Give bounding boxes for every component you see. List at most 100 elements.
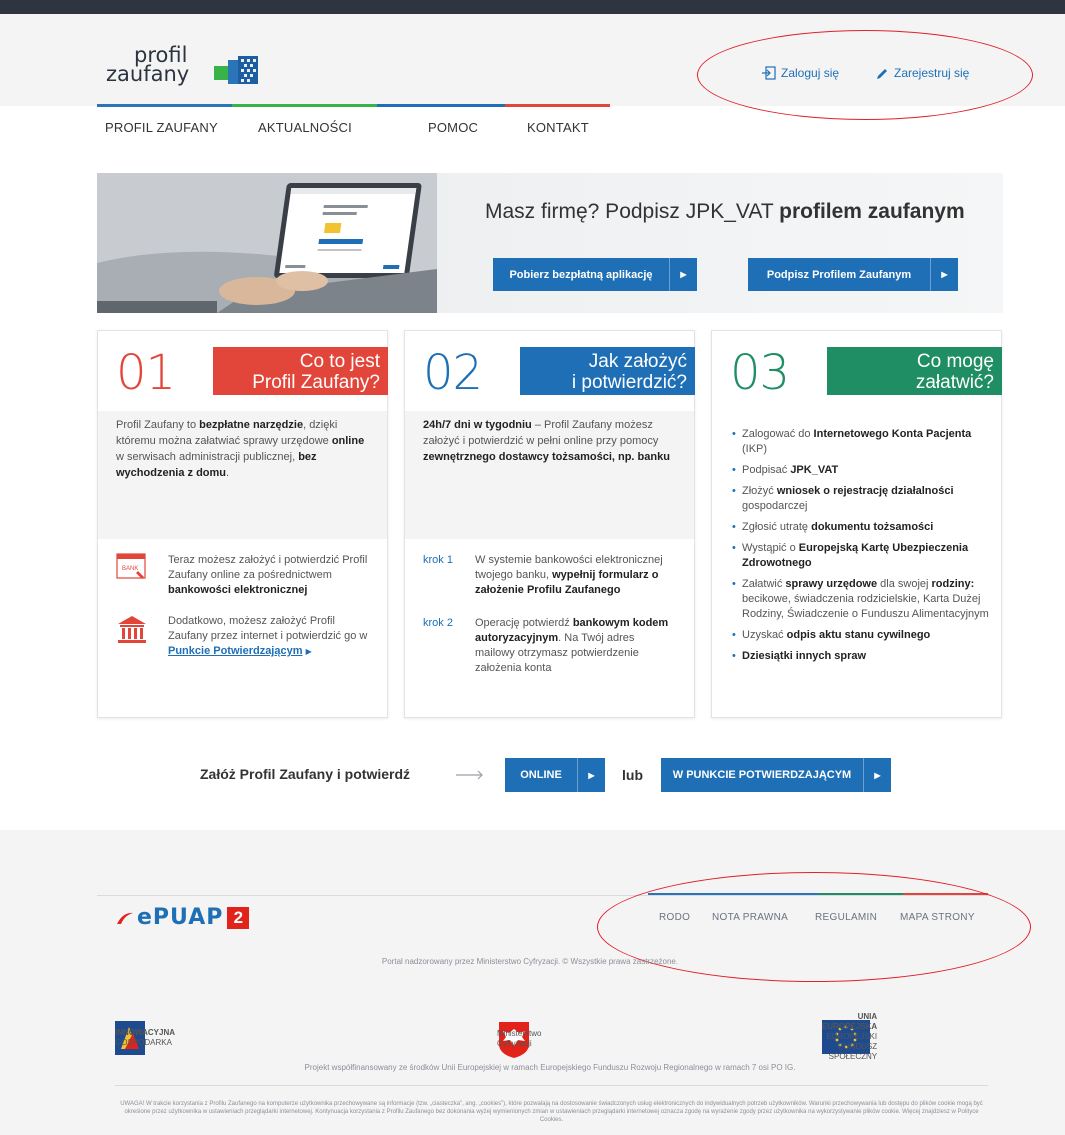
arrow-right-icon: ▶ (863, 758, 891, 792)
card-tag-line-2: Profil Zaufany? (252, 372, 380, 393)
list-item: Załatwić sprawy urzędowe dla swojej rodz… (732, 577, 989, 622)
text-bold: JPK_VAT (790, 464, 839, 476)
header: profil zaufany Zaloguj się Zarejestruj s… (0, 14, 1065, 106)
card-what-is: 01 Co to jest Profil Zaufany? Profil Zau… (97, 330, 388, 718)
ministerstwo-cyfryzacji-logo: Ministerstwo Cyfryzacji (497, 1020, 541, 1058)
punkt-button[interactable]: W PUNKCIE POTWIERDZAJĄCYM ▶ (661, 758, 891, 792)
footer-link-regulamin[interactable]: REGULAMIN (815, 912, 877, 923)
sign-profile-button[interactable]: Podpisz Profilem Zaufanym ▶ (748, 258, 958, 291)
footer (0, 830, 1065, 1135)
register-link[interactable]: Zarejestruj się (876, 66, 969, 80)
bank-row-text: Teraz możesz założyć i potwierdzić Profi… (168, 553, 369, 598)
sign-profile-label: Podpisz Profilem Zaufanym (766, 268, 912, 281)
card-intro: 24h/7 dni w tygodniu – Profil Zaufany mo… (405, 411, 694, 539)
portal-supervision-text: Portal nadzorowany przez Ministerstwo Cy… (381, 957, 679, 966)
nav-rule-1 (97, 104, 232, 107)
text-bold: online (331, 435, 365, 447)
card-number: 03 (730, 345, 790, 401)
list-item: Złożyć wniosek o rejestrację działalnośc… (732, 484, 989, 514)
text: Operację potwierdź (475, 617, 573, 629)
hero-title-plain: Masz firmę? Podpisz JPK_VAT (485, 200, 774, 223)
hero-title-bold: profilem zaufanym (779, 200, 965, 223)
nav-item-aktualnosci[interactable]: AKTUALNOŚCI (258, 120, 352, 135)
list-item: Wystąpić o Europejską Kartę Ubezpieczeni… (732, 541, 989, 571)
nav-rule-2 (232, 104, 377, 107)
text-bold: wniosek o rejestrację działalności (776, 485, 954, 497)
partner1-line-2: GOSPODARKA (115, 1038, 172, 1047)
text: Wystąpić o (742, 542, 799, 554)
list-item: Zalogować do Internetowego Konta Pacjent… (732, 427, 989, 457)
footer-link-nota-prawna[interactable]: NOTA PRAWNA (712, 912, 788, 923)
epuap-text: ePUAP (137, 905, 224, 930)
login-link[interactable]: Zaloguj się (762, 66, 839, 80)
text: Teraz możesz założyć i potwierdzić Profi… (168, 554, 368, 581)
footer-link-mapa-strony[interactable]: MAPA STRONY (900, 912, 975, 923)
building-icon (116, 614, 156, 659)
list-item: Podpisać JPK_VAT (732, 463, 989, 478)
cta-or: lub (622, 767, 643, 783)
partner2-line-1: Ministerstwo (497, 1029, 542, 1038)
text-bold: odpis aktu stanu cywilnego (786, 629, 931, 641)
profil-zaufany-logo[interactable]: profil zaufany (106, 45, 266, 100)
epuap-logo[interactable]: ePUAP 2 (115, 905, 250, 930)
bank-card-icon: BANK (116, 553, 156, 598)
text-bold: bezpłatne narzędzie (199, 419, 304, 431)
text: Zalogować do (742, 428, 814, 440)
krok-1-text: W systemie bankowości elektronicznej two… (475, 553, 676, 598)
krok-2-text: Operację potwierdź bankowym kodem autory… (475, 616, 676, 676)
logo-text: profil zaufany (106, 45, 190, 86)
top-bar (0, 0, 1065, 14)
card-body: BANK Teraz możesz założyć i potwierdzić … (98, 539, 387, 659)
text-bold: rodziny: (931, 578, 975, 590)
card-tag-line-2: załatwić? (915, 372, 994, 393)
partner3-line-2: EUROPEJSKI (826, 1032, 878, 1041)
text: dla swojej (877, 578, 932, 590)
krok-2-label: krok 2 (423, 617, 453, 629)
card-number: 02 (423, 345, 483, 401)
footer-link-rodo[interactable]: RODO (659, 912, 690, 923)
partner1-text: INNOWACYJNA GOSPODARKA (115, 1028, 175, 1048)
epuap-number: 2 (227, 906, 250, 929)
punkt-row: Dodatkowo, możesz założyć Profil Zaufany… (116, 614, 369, 659)
punkt-row-text: Dodatkowo, możesz założyć Profil Zaufany… (168, 614, 369, 659)
partner3-text: UNIA EUROPEJSKA EUROPEJSKI FUNDUSZ SPOŁE… (822, 1012, 877, 1062)
nav-item-kontakt[interactable]: KONTAKT (527, 120, 589, 135)
list-item: Zgłosić utratę dokumentu tożsamości (732, 520, 989, 535)
arrow-long-right-icon (456, 770, 483, 780)
pencil-icon (877, 68, 887, 79)
text: becikowe, świadczenia rodzicielskie, Kar… (742, 593, 989, 620)
online-button[interactable]: ONLINE ▶ (505, 758, 605, 792)
logo-line-2: zaufany (106, 62, 190, 86)
cta-text: Załóż Profil Zaufany i potwierdź (200, 766, 411, 782)
card-tag: Co mogę załatwić? (827, 347, 1002, 395)
text: Zgłosić utratę (742, 521, 812, 533)
text-bold: Internetowego Konta Pacjenta (813, 428, 972, 440)
hero-title: Masz firmę? Podpisz JPK_VAT profilem zau… (485, 200, 965, 224)
nav-item-pomoc[interactable]: POMOC (428, 120, 478, 135)
login-label: Zaloguj się (781, 66, 840, 80)
nav-item-profil-zaufany[interactable]: PROFIL ZAUFANY (105, 120, 218, 135)
text-bold: zewnętrznego dostawcy tożsamości, np. ba… (423, 451, 670, 463)
text-bold: bankowości elektronicznej (168, 584, 308, 596)
text: gospodarczej (742, 500, 808, 512)
text-bold: Dziesiątki innych spraw (742, 650, 867, 662)
download-app-button[interactable]: Pobierz bezpłatną aplikację ▶ (493, 258, 697, 291)
project-cofinancing-text: Projekt współfinansowany ze środków Unii… (304, 1063, 796, 1072)
innowacyjna-gospodarka-logo: INNOWACYJNA GOSPODARKA (115, 1021, 175, 1055)
arrow-right-icon: ▶ (930, 258, 958, 291)
partner3-line-1: UNIA EUROPEJSKA (822, 1012, 878, 1031)
partner2-text: Ministerstwo Cyfryzacji (497, 1029, 541, 1049)
card-tag-line-2: i potwierdzić? (571, 372, 687, 393)
punkt-potwierdzajacy-link[interactable]: Punkcie Potwierdzającym (168, 645, 303, 657)
hero-banner: Masz firmę? Podpisz JPK_VAT profilem zau… (97, 173, 1003, 313)
text: Uzyskać (742, 629, 787, 641)
text: Załatwić (742, 578, 786, 590)
text: Podpisać (742, 464, 791, 476)
bank-row: BANK Teraz możesz założyć i potwierdzić … (116, 553, 369, 598)
text: Dodatkowo, możesz założyć Profil Zaufany… (168, 615, 368, 642)
list-item: Uzyskać odpis aktu stanu cywilnego (732, 628, 989, 643)
card-tag-line-1: Jak założyć (588, 351, 687, 372)
cookies-notice: UWAGA! W trakcie korzystania z Profilu Z… (120, 1101, 983, 1123)
online-label: ONLINE (520, 769, 562, 781)
partner1-line-1: INNOWACYJNA (115, 1028, 176, 1037)
